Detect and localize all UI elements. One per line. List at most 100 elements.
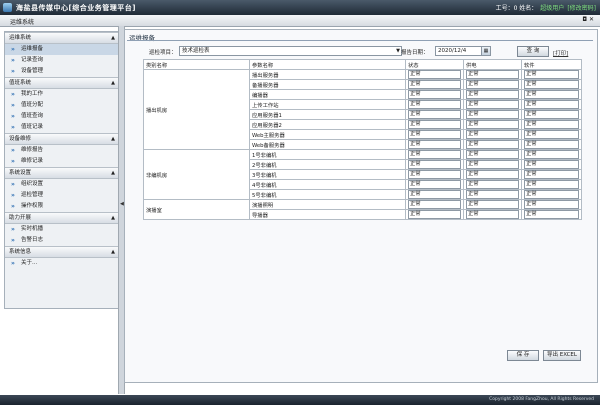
sidebar-group-header[interactable]: 设备维修 ▲ [5,133,119,145]
print-link[interactable]: [打印] [553,49,568,57]
query-button[interactable]: 查 询 [517,46,549,57]
status-select[interactable]: 正常 [408,120,461,129]
sidebar-item[interactable]: » 关于... [5,258,119,269]
power-select[interactable]: 正常 [466,150,519,159]
software-select[interactable]: 正常 [524,150,579,159]
software-select[interactable]: 正常 [524,70,579,79]
sidebar-item[interactable]: » 操作权限 [5,201,119,212]
sidebar-item[interactable]: » 巡检管理 [5,190,119,201]
sub-header: 运维系统 ◘ ✕ [0,15,600,27]
sidebar-group-header[interactable]: 运维系统 ▲ [5,32,119,44]
power-select[interactable]: 正常 [466,190,519,199]
sidebar-item[interactable]: » 实时机播 [5,224,119,235]
power-select[interactable]: 正常 [466,200,519,209]
col-header-param: 参数名称 [249,59,406,70]
power-select[interactable]: 正常 [466,130,519,139]
sidebar-item[interactable]: » 组织设置 [5,179,119,190]
power-select[interactable]: 正常 [466,110,519,119]
status-select[interactable]: 正常 [408,200,461,209]
sidebar-group-header[interactable]: 系统信息 ▲ [5,246,119,258]
power-cell: 正常 [463,209,522,220]
sidebar-item[interactable]: » 值班记录 [5,122,119,133]
software-select[interactable]: 正常 [524,120,579,129]
status-cell: 正常 [405,89,464,100]
power-select[interactable]: 正常 [466,90,519,99]
footer: Copyright 2008 FangZhou, All Rights Rese… [0,395,600,405]
sidebar-item[interactable]: » 我的工作 [5,89,119,100]
change-password-link[interactable]: [修改密码] [567,5,596,12]
sidebar-group-header[interactable]: 系统设置 ▲ [5,167,119,179]
sidebar-item[interactable]: » 记录查询 [5,55,119,66]
power-select[interactable]: 正常 [466,210,519,219]
date-input[interactable]: 2020/12/4 [435,46,487,56]
software-select[interactable]: 正常 [524,80,579,89]
status-select[interactable]: 正常 [408,170,461,179]
power-cell: 正常 [463,79,522,90]
power-cell: 正常 [463,109,522,120]
sidebar-group-header[interactable]: 值班系统 ▲ [5,77,119,89]
sidebar-item-label: 我的工作 [21,91,44,97]
software-select[interactable]: 正常 [524,190,579,199]
calendar-icon[interactable]: ▦ [481,46,491,56]
sidebar-item[interactable]: » 运维报备 [5,44,119,55]
software-select[interactable]: 正常 [524,90,579,99]
software-select[interactable]: 正常 [524,110,579,119]
power-cell: 正常 [463,189,522,200]
inspection-table: 类别名称 参数名称 状态 供电 软件 播出机房 播出服务器 正常 正常 正常 备播服务器正… [143,59,582,220]
power-select[interactable]: 正常 [466,160,519,169]
software-select[interactable]: 正常 [524,200,579,209]
status-select[interactable]: 正常 [408,150,461,159]
power-select[interactable]: 正常 [466,180,519,189]
sidebar-item[interactable]: » 告警日志 [5,235,119,246]
power-cell: 正常 [463,149,522,160]
status-select[interactable]: 正常 [408,210,461,219]
status-select[interactable]: 正常 [408,70,461,79]
power-select[interactable]: 正常 [466,120,519,129]
sidebar-group-title: 系统设置 [9,170,32,176]
status-select[interactable]: 正常 [408,110,461,119]
power-cell: 正常 [463,69,522,80]
sidebar-item[interactable]: » 值班查询 [5,111,119,122]
project-select[interactable]: 技术巡检表 ▼ [179,46,402,56]
status-select[interactable]: 正常 [408,130,461,139]
param-cell: 编播器 [249,89,406,100]
status-select[interactable]: 正常 [408,90,461,99]
save-button[interactable]: 保 存 [507,350,539,361]
sidebar-item[interactable]: » 设备管理 [5,66,119,77]
power-cell: 正常 [463,139,522,150]
sidebar-item-label: 操作权限 [21,203,44,209]
status-cell: 正常 [405,129,464,140]
status-select[interactable]: 正常 [408,180,461,189]
status-cell: 正常 [405,169,464,180]
export-excel-button[interactable]: 导出 EXCEL [543,350,581,361]
software-select[interactable]: 正常 [524,140,579,149]
sidebar-group-title: 助力开展 [9,215,32,221]
status-select[interactable]: 正常 [408,190,461,199]
software-select[interactable]: 正常 [524,100,579,109]
window-icons[interactable]: ◘ ✕ [582,16,594,23]
sidebar-group-header[interactable]: 助力开展 ▲ [5,212,119,224]
power-select[interactable]: 正常 [466,70,519,79]
software-select[interactable]: 正常 [524,180,579,189]
param-cell: 应用服务器1 [249,109,406,120]
param-cell: 应用服务器2 [249,119,406,130]
sidebar-item[interactable]: » 维修记录 [5,156,119,167]
software-select[interactable]: 正常 [524,170,579,179]
status-select[interactable]: 正常 [408,80,461,89]
software-select[interactable]: 正常 [524,130,579,139]
power-select[interactable]: 正常 [466,100,519,109]
user-name-link[interactable]: 超级用户 [540,5,564,12]
power-select[interactable]: 正常 [466,140,519,149]
sidebar-item[interactable]: » 维修报告 [5,145,119,156]
status-select[interactable]: 正常 [408,100,461,109]
status-cell: 正常 [405,99,464,110]
sidebar-item[interactable]: » 值班分配 [5,100,119,111]
software-select[interactable]: 正常 [524,160,579,169]
double-chevron-icon: » [11,260,15,267]
software-cell: 正常 [521,109,582,120]
power-select[interactable]: 正常 [466,170,519,179]
status-select[interactable]: 正常 [408,140,461,149]
power-select[interactable]: 正常 [466,80,519,89]
status-select[interactable]: 正常 [408,160,461,169]
software-select[interactable]: 正常 [524,210,579,219]
